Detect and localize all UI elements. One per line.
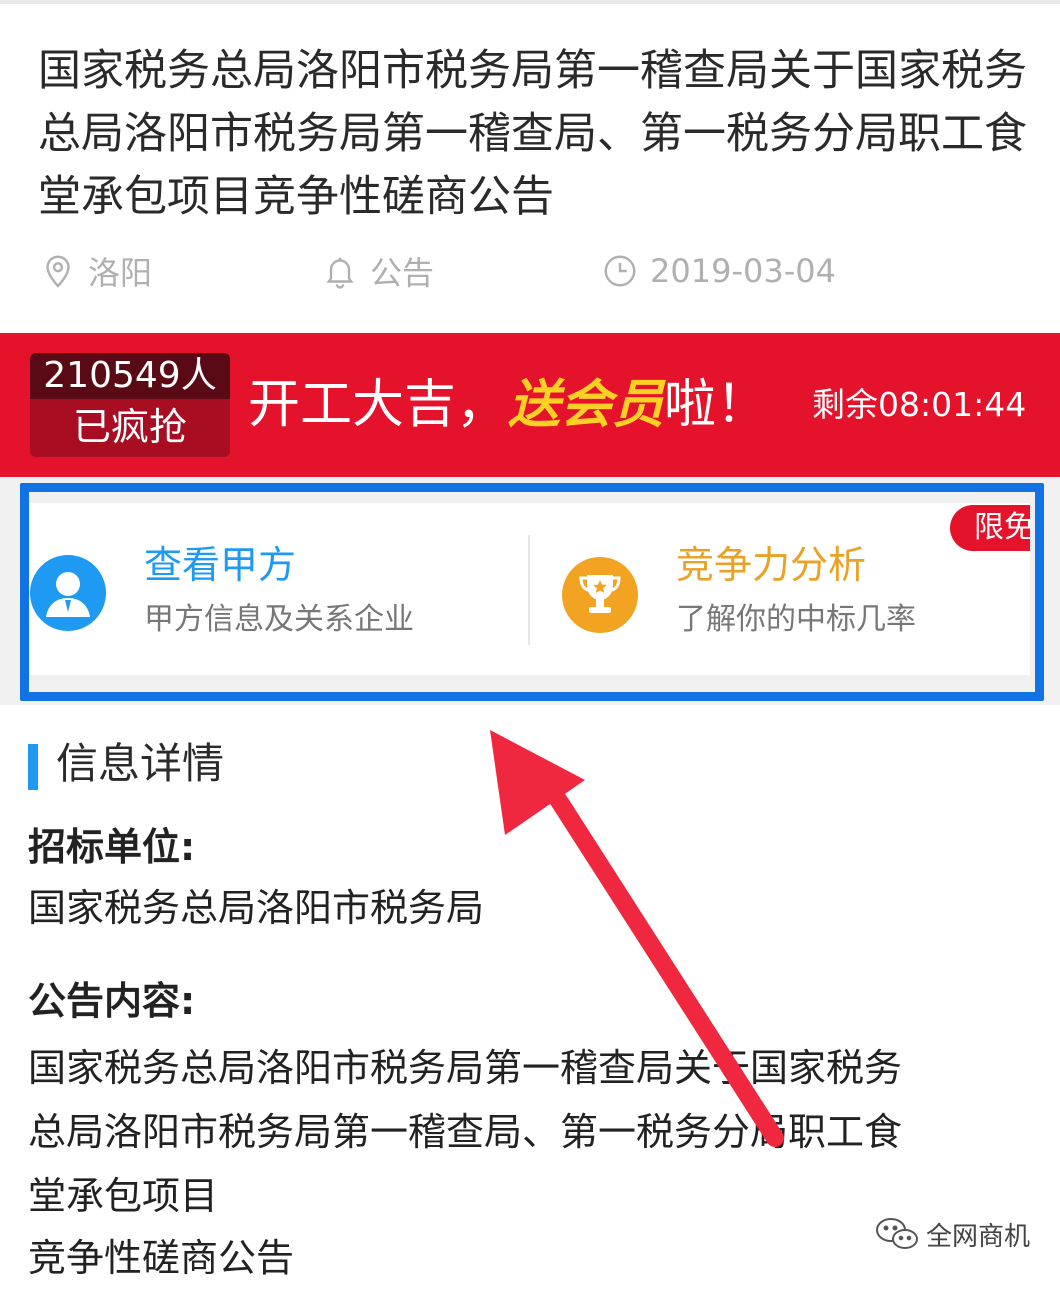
notice-content-label: 公告内容: <box>28 979 196 1023</box>
notice-content-line: 堂承包项目 <box>28 1174 219 1218</box>
promo-banner[interactable]: 210549人 已疯抢 开工大吉，送会员啦！ 剩余08:01:44 <box>0 333 1060 477</box>
wechat-icon <box>876 1218 918 1249</box>
watermark: 全网商机 <box>874 1214 1030 1254</box>
promo-suffix: 啦！ <box>664 375 769 435</box>
grab-count-badge: 210549人 已疯抢 <box>30 353 230 457</box>
location-pin-icon <box>46 255 70 288</box>
highlight-frame <box>20 483 1044 701</box>
notice-content-line: 国家税务总局洛阳市税务局第一稽查局关于国家税务 <box>28 1046 903 1090</box>
notice-content-line: 总局洛阳市税务局第一稽查局、第一税务分局职工食 <box>28 1110 903 1154</box>
bell-icon <box>326 257 354 289</box>
meta-location: 洛阳 <box>40 244 152 298</box>
grab-count: 210549人 <box>30 353 230 399</box>
countdown-timer: 剩余08:01:44 <box>812 385 1027 424</box>
clock-icon <box>604 255 636 287</box>
meta-date-text: 2019-03-04 <box>650 252 836 290</box>
meta-date: 2019-03-04 <box>602 244 836 298</box>
meta-type-text: 公告 <box>370 254 435 292</box>
promo-prefix: 开工大吉， <box>248 375 509 435</box>
top-divider <box>0 0 1060 4</box>
meta-location-text: 洛阳 <box>88 254 153 292</box>
section-title: 信息详情 <box>56 739 225 788</box>
section-accent-bar <box>28 744 38 790</box>
article-title: 国家税务总局洛阳市税务局第一稽查局关于国家税务总局洛阳市税务局第一稽查局、第一税… <box>38 46 1027 222</box>
tender-unit-value: 国家税务总局洛阳市税务局 <box>28 886 485 930</box>
meta-type: 公告 <box>322 244 434 298</box>
watermark-text: 全网商机 <box>926 1221 1031 1252</box>
grab-count-label: 已疯抢 <box>30 399 230 457</box>
tender-unit-label: 招标单位: <box>28 825 196 869</box>
promo-text: 开工大吉，送会员啦！ <box>248 369 768 441</box>
promo-highlight: 送会员 <box>508 375 665 435</box>
notice-content-line: 竞争性磋商公告 <box>28 1236 295 1280</box>
